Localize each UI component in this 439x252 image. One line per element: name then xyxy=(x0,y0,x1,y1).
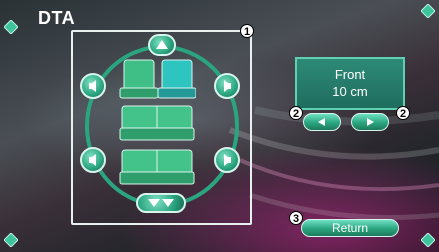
seat-front-right xyxy=(157,59,196,99)
speaker-left-icon xyxy=(89,154,96,166)
return-button-label: Return xyxy=(331,221,369,235)
distance-display: Front 10 cm xyxy=(295,57,405,110)
distance-value: 10 cm xyxy=(332,84,368,99)
page-title: DTA xyxy=(38,8,76,28)
up-arrow-icon xyxy=(156,40,168,49)
speaker-right-icon xyxy=(224,154,231,166)
position-label: Front xyxy=(334,67,366,82)
seat-middle xyxy=(119,105,195,141)
corner-arrow-icon xyxy=(4,20,18,34)
corner-arrow-icon xyxy=(421,4,435,18)
seat-grid[interactable] xyxy=(118,58,196,188)
dta-screen: DTA 1 Front 10 cm 2 2 Return 3 xyxy=(0,0,439,252)
speaker-rear-right-button[interactable] xyxy=(214,147,240,173)
callout-2-left: 2 xyxy=(289,106,303,120)
corner-arrow-icon xyxy=(421,233,435,247)
right-arrow-icon xyxy=(367,118,374,126)
corner-arrow-icon xyxy=(4,233,18,247)
speaker-front-right-button[interactable] xyxy=(214,73,240,99)
speaker-right-icon xyxy=(224,80,231,92)
increase-button[interactable] xyxy=(351,113,389,131)
callout-3: 3 xyxy=(289,211,303,225)
left-arrow-icon xyxy=(318,118,325,126)
speaker-front-left-button[interactable] xyxy=(80,73,106,99)
speaker-left-icon xyxy=(89,80,96,92)
callout-1: 1 xyxy=(240,24,254,38)
down-arrow-icon xyxy=(148,199,174,207)
seat-front-left xyxy=(119,59,159,99)
decrease-button[interactable] xyxy=(303,113,341,131)
callout-2-right: 2 xyxy=(396,106,410,120)
return-button[interactable]: Return xyxy=(301,219,399,237)
up-button[interactable] xyxy=(148,34,176,56)
seat-rear xyxy=(119,149,195,185)
down-button[interactable] xyxy=(136,193,186,213)
speaker-rear-left-button[interactable] xyxy=(80,147,106,173)
